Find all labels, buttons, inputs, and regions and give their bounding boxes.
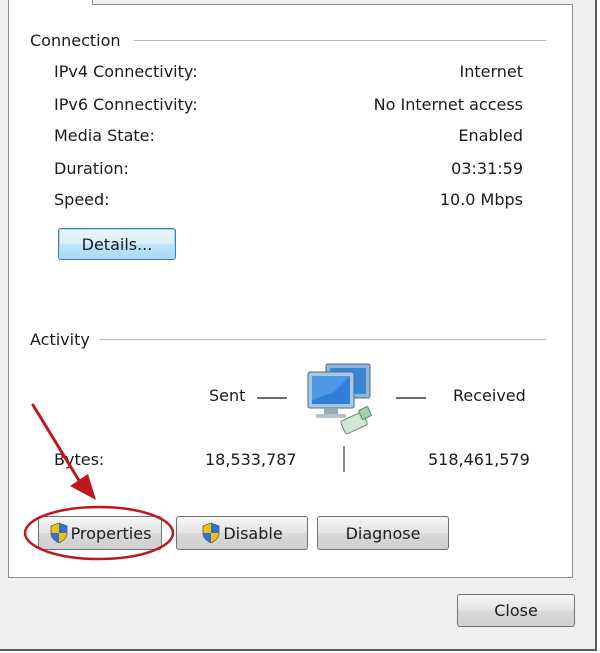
disable-button[interactable]: Disable bbox=[176, 516, 308, 550]
activity-group-line bbox=[100, 339, 546, 340]
ipv6-connectivity-value: No Internet access bbox=[373, 95, 523, 114]
duration-value: 03:31:59 bbox=[451, 159, 523, 178]
ipv4-connectivity-label: IPv4 Connectivity: bbox=[54, 62, 198, 81]
sent-dash bbox=[257, 397, 287, 399]
bytes-divider bbox=[343, 446, 345, 472]
media-state-value: Enabled bbox=[458, 126, 523, 145]
bytes-sent-value: 18,533,787 bbox=[205, 450, 297, 469]
connection-group-line bbox=[134, 40, 546, 41]
received-label: Received bbox=[453, 386, 526, 405]
tab-strip-divider bbox=[92, 0, 93, 5]
uac-shield-icon bbox=[202, 522, 220, 544]
general-tab-panel bbox=[8, 0, 573, 578]
ipv4-connectivity-value: Internet bbox=[459, 62, 523, 81]
properties-button[interactable]: Properties bbox=[38, 516, 162, 550]
speed-label: Speed: bbox=[54, 190, 110, 209]
close-button[interactable]: Close bbox=[457, 594, 575, 627]
uac-shield-icon bbox=[50, 522, 67, 544]
received-dash bbox=[396, 397, 426, 399]
speed-value: 10.0 Mbps bbox=[439, 190, 523, 209]
sent-label: Sent bbox=[209, 386, 246, 405]
media-state-label: Media State: bbox=[54, 126, 155, 145]
network-computers-icon bbox=[307, 363, 372, 435]
activity-group-title: Activity bbox=[30, 330, 98, 349]
bytes-received-value: 518,461,579 bbox=[428, 450, 530, 469]
tab-strip-edge bbox=[92, 0, 573, 5]
duration-label: Duration: bbox=[54, 159, 129, 178]
disable-button-label: Disable bbox=[223, 523, 283, 543]
diagnose-button[interactable]: Diagnose bbox=[317, 516, 449, 550]
details-button[interactable]: Details... bbox=[58, 228, 176, 260]
properties-button-label: Properties bbox=[70, 523, 152, 543]
bytes-label: Bytes: bbox=[54, 450, 105, 469]
network-status-window: Connection IPv4 Connectivity: Internet I… bbox=[0, 0, 597, 651]
connection-group-title: Connection bbox=[30, 31, 129, 50]
ipv6-connectivity-label: IPv6 Connectivity: bbox=[54, 95, 198, 114]
